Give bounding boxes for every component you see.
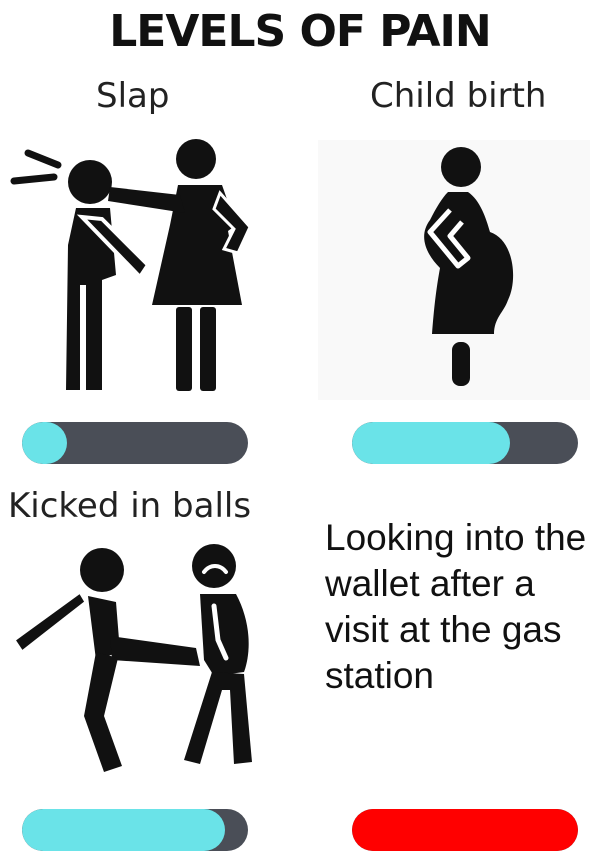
pain-bar-fill: [352, 422, 511, 464]
pain-bar-fill: [352, 809, 578, 851]
panel-label-child-birth: Child birth: [370, 76, 547, 116]
kick-icon: [11, 544, 252, 772]
pain-bar-fill: [22, 422, 68, 464]
pain-bar-fill: [22, 809, 226, 851]
page-title: LEVELS OF PAIN: [109, 6, 491, 57]
panel-label-kicked: Kicked in balls: [8, 486, 252, 526]
pregnant-woman-icon: [318, 140, 590, 400]
slap-icon: [10, 139, 252, 391]
panel-label-slap: Slap: [96, 76, 170, 116]
panel-label-wallet: Looking into the wallet after a visit at…: [325, 517, 587, 696]
pain-bar-wallet: [352, 809, 578, 851]
pain-bar-kicked: [22, 809, 248, 851]
pain-bar-slap: [22, 422, 248, 464]
pain-bar-child-birth: [352, 422, 578, 464]
